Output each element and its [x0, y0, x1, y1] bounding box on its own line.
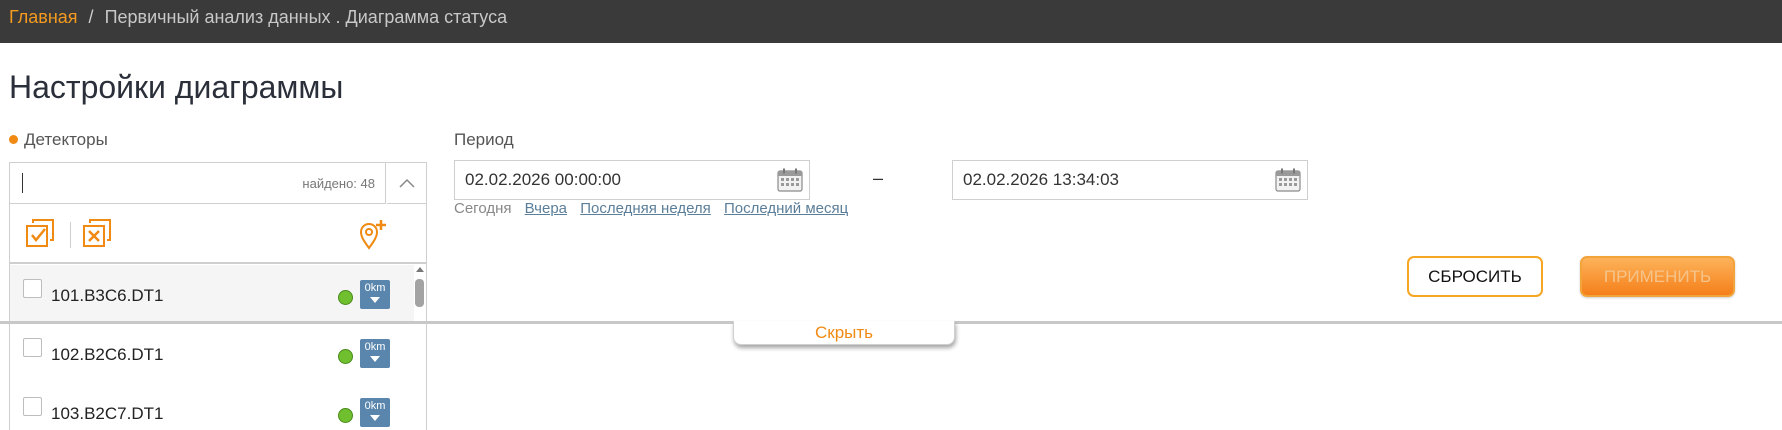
km-dropdown-button[interactable]: 0km [360, 339, 390, 368]
breadcrumb-home-link[interactable]: Главная [9, 7, 78, 27]
period-from-input[interactable] [455, 161, 745, 199]
list-item[interactable]: 101.B3C6.DT1 0km [10, 265, 414, 324]
detectors-label: Детекторы [9, 130, 108, 150]
period-quick-links: Сегодня Вчера Последняя неделя Последний… [454, 200, 857, 217]
quick-link-yesterday[interactable]: Вчера [525, 200, 567, 217]
detectors-list: 101.B3C6.DT1 0km 102.B2C6.DT1 0km 103.B2… [10, 265, 426, 430]
reset-button[interactable]: СБРОСИТЬ [1407, 256, 1543, 297]
select-all-icon [26, 219, 54, 247]
required-dot-icon [9, 135, 18, 145]
km-dropdown-button[interactable]: 0km [360, 398, 390, 427]
detectors-toolbar [10, 204, 426, 264]
quick-link-today[interactable]: Сегодня [454, 200, 512, 217]
add-location-icon [359, 220, 386, 250]
detector-checkbox[interactable] [23, 279, 42, 298]
status-ok-icon [338, 349, 353, 364]
detectors-panel: найдено: 48 101.B3C6.DT1 0km 102.B2C6.DT… [9, 162, 427, 430]
period-to-field [952, 160, 1308, 200]
page-title: Настройки диаграммы [9, 69, 344, 105]
km-label: 0km [364, 282, 386, 294]
calendar-icon[interactable] [1275, 168, 1301, 192]
km-dropdown-button[interactable]: 0km [360, 280, 390, 309]
deselect-all-button[interactable] [82, 218, 114, 250]
list-item[interactable]: 102.B2C6.DT1 0km [10, 324, 414, 383]
detector-checkbox[interactable] [23, 397, 42, 416]
detectors-scrollbar[interactable] [414, 265, 426, 430]
hide-settings-button[interactable]: Скрыть [733, 321, 955, 345]
status-ok-icon [338, 408, 353, 423]
select-all-button[interactable] [25, 218, 57, 250]
breadcrumb: Главная / Первичный анализ данных . Диаг… [9, 6, 507, 28]
text-caret [22, 173, 23, 193]
period-to-input[interactable] [953, 161, 1243, 199]
status-ok-icon [338, 290, 353, 305]
detector-checkbox[interactable] [23, 338, 42, 357]
scroll-up-arrow-icon[interactable] [416, 267, 424, 272]
found-count: найдено: 48 [302, 176, 375, 191]
period-from-field [454, 160, 810, 200]
calendar-icon[interactable] [777, 168, 803, 192]
detector-name: 103.B2C7.DT1 [51, 404, 164, 423]
detectors-search-input[interactable] [10, 163, 270, 203]
add-location-button[interactable] [356, 218, 388, 250]
collapse-detectors-button[interactable] [387, 163, 426, 204]
toolbar-divider [70, 222, 71, 248]
triangle-down-icon [370, 415, 380, 421]
triangle-down-icon [370, 297, 380, 303]
list-item[interactable]: 103.B2C7.DT1 0km [10, 383, 414, 430]
triangle-down-icon [370, 356, 380, 362]
quick-link-last-month[interactable]: Последний месяц [724, 200, 848, 217]
km-label: 0km [364, 341, 386, 353]
breadcrumb-current: Первичный анализ данных . Диаграмма стат… [104, 7, 508, 27]
detectors-search-box: найдено: 48 [10, 163, 386, 204]
detectors-label-text: Детекторы [24, 130, 108, 149]
period-dash: – [873, 168, 884, 188]
scrollbar-thumb[interactable] [415, 279, 424, 307]
apply-button[interactable]: ПРИМЕНИТЬ [1580, 256, 1735, 297]
chevron-up-icon [399, 178, 415, 188]
quick-link-last-week[interactable]: Последняя неделя [580, 200, 711, 217]
breadcrumb-separator: / [88, 7, 94, 27]
period-label: Период [454, 130, 514, 149]
detector-name: 101.B3C6.DT1 [51, 286, 164, 305]
detector-name: 102.B2C6.DT1 [51, 345, 164, 364]
km-label: 0km [364, 400, 386, 412]
deselect-all-icon [83, 219, 111, 247]
top-bar: Главная / Первичный анализ данных . Диаг… [0, 0, 1782, 43]
